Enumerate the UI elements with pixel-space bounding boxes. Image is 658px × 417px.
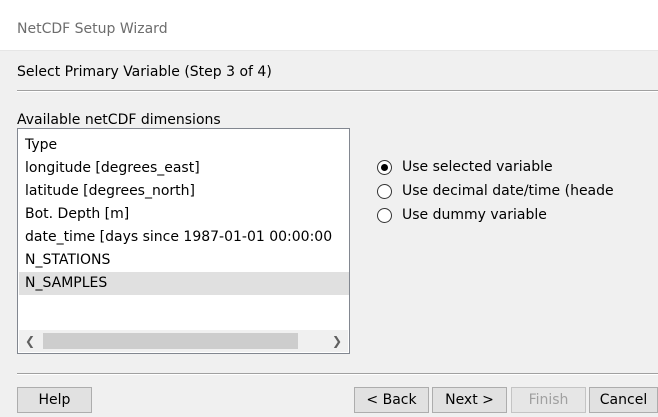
option-use-decimal-date-time[interactable]: Use decimal date/time (heade [377,181,658,205]
list-item[interactable]: date_time [days since 1987-01-01 00:00:0… [19,226,349,249]
radio-label[interactable]: Use dummy variable [402,207,547,223]
header-divider [17,90,658,92]
step-title: Select Primary Variable (Step 3 of 4) [17,64,272,80]
horizontal-scrollbar[interactable]: ❮ ❯ [19,330,348,352]
back-button[interactable]: < Back [354,387,429,413]
title-bar: NetCDF Setup Wizard [0,0,658,51]
cancel-button[interactable]: Cancel [589,387,658,413]
dimensions-listbox[interactable]: Type longitude [degrees_east] latitude [… [17,128,350,354]
window-title: NetCDF Setup Wizard [17,21,168,37]
wizard-dialog: NetCDF Setup Wizard Select Primary Varia… [0,0,658,417]
option-use-selected-variable[interactable]: Use selected variable [377,157,658,181]
list-item[interactable]: N_STATIONS [19,249,349,272]
list-item[interactable]: Bot. Depth [m] [19,203,349,226]
dimensions-label: Available netCDF dimensions [17,112,221,128]
list-item[interactable]: Type [19,134,349,157]
list-item-selected[interactable]: N_SAMPLES [19,272,349,295]
dimensions-list: Type longitude [degrees_east] latitude [… [19,134,349,295]
variable-options: Use selected variable Use decimal date/t… [377,157,658,229]
radio-button[interactable] [377,184,392,199]
radio-button-checked[interactable] [377,160,392,175]
chevron-left-icon[interactable]: ❮ [19,330,41,352]
finish-button: Finish [511,387,586,413]
footer-divider [17,373,658,375]
radio-label[interactable]: Use selected variable [402,159,553,175]
list-item[interactable]: latitude [degrees_north] [19,180,349,203]
next-button[interactable]: Next > [432,387,507,413]
scrollbar-thumb[interactable] [43,333,298,349]
radio-button[interactable] [377,208,392,223]
step-header: Select Primary Variable (Step 3 of 4) [0,51,658,91]
list-item[interactable]: longitude [degrees_east] [19,157,349,180]
chevron-right-icon[interactable]: ❯ [326,330,348,352]
help-button[interactable]: Help [17,387,92,413]
option-use-dummy-variable[interactable]: Use dummy variable [377,205,658,229]
radio-label[interactable]: Use decimal date/time (heade [402,183,614,199]
